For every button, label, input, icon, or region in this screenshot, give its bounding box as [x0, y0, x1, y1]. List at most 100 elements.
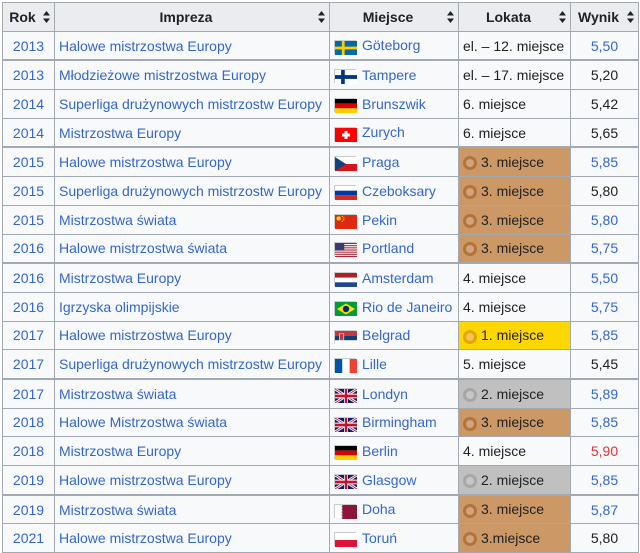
header-venue[interactable]: Miejsce — [329, 2, 459, 32]
venue-link[interactable]: Londyn — [362, 386, 408, 402]
year-link[interactable]: 2014 — [13, 96, 44, 112]
event-link[interactable]: Superliga drużynowych mistrzostw Europy — [59, 96, 322, 112]
brazil-flag-icon[interactable] — [334, 300, 357, 316]
poland-flag-icon[interactable] — [334, 532, 357, 548]
finland-flag-icon[interactable] — [334, 69, 357, 85]
year-link[interactable]: 2016 — [13, 240, 44, 256]
serbia-flag-icon[interactable] — [334, 329, 357, 345]
usa-flag-icon[interactable] — [334, 242, 357, 258]
russia-flag-icon[interactable] — [334, 185, 357, 201]
year-link[interactable]: 2017 — [13, 386, 44, 402]
uk-flag-icon[interactable] — [334, 473, 358, 491]
event-link[interactable]: Igrzyska olimpijskie — [59, 299, 180, 315]
place-cell: 3. miejsce — [458, 493, 571, 525]
qatar-flag-icon[interactable] — [334, 503, 357, 519]
place-cell: 3. miejsce — [458, 176, 571, 206]
event-link[interactable]: Superliga drużynowych mistrzostw Europy — [59, 183, 322, 199]
event-link[interactable]: Mistrzostwa świata — [59, 212, 176, 228]
year-link[interactable]: 2015 — [13, 212, 44, 228]
sweden-flag-icon[interactable] — [334, 39, 357, 55]
year-link[interactable]: 2017 — [13, 356, 44, 372]
venue-link[interactable]: Toruń — [362, 530, 397, 546]
sort-icon[interactable] — [43, 10, 50, 23]
place-cell: el. – 12. miejsce — [458, 30, 571, 61]
year-link[interactable]: 2016 — [13, 270, 44, 286]
switzerland-flag-icon[interactable] — [334, 126, 357, 142]
event-cell: Halowe mistrzostwa Europy — [54, 464, 330, 496]
place-cell: 3. miejsce — [458, 146, 571, 178]
venue-link[interactable]: Rio de Janeiro — [362, 299, 452, 315]
germany-flag-icon[interactable] — [334, 98, 357, 114]
place-text: 4. miejsce — [463, 270, 527, 287]
event-cell: Mistrzostwa Europy — [54, 436, 330, 466]
table-row: 2019 Halowe mistrzostwa Europy Glasgow 2. m… — [2, 464, 639, 496]
bronze-medal-icon — [463, 213, 477, 228]
header-year[interactable]: Rok — [2, 2, 55, 32]
event-link[interactable]: Superliga drużynowych mistrzostw Europy — [59, 356, 322, 372]
event-link[interactable]: Mistrzostwa Europy — [59, 125, 181, 141]
venue-link[interactable]: Glasgow — [362, 472, 416, 488]
header-place[interactable]: Lokata — [458, 2, 571, 32]
event-cell: Halowe mistrzostwa Europy — [54, 146, 330, 178]
year-link[interactable]: 2017 — [13, 327, 44, 343]
venue-link[interactable]: Praga — [362, 154, 399, 170]
event-link[interactable]: Halowe Mistrzostwa świata — [59, 414, 227, 430]
france-flag-icon[interactable] — [334, 358, 357, 374]
event-link[interactable]: Mistrzostwa Europy — [59, 270, 181, 286]
event-link[interactable]: Mistrzostwa świata — [59, 502, 176, 518]
sort-icon[interactable] — [559, 10, 566, 23]
venue-link[interactable]: Doha — [362, 501, 395, 517]
year-link[interactable]: 2019 — [13, 502, 44, 518]
venue-link[interactable]: Berlin — [362, 443, 398, 459]
event-link[interactable]: Halowe mistrzostwa Europy — [59, 38, 232, 54]
year-link[interactable]: 2013 — [13, 38, 44, 54]
header-result[interactable]: Wynik — [570, 2, 639, 32]
year-cell: 2014 — [2, 89, 55, 119]
event-link[interactable]: Halowe mistrzostwa Europy — [59, 472, 232, 488]
result-cell: 5,45 — [570, 349, 639, 380]
venue-link[interactable]: Pekin — [362, 212, 397, 228]
venue-link[interactable]: Birmingham — [362, 414, 437, 430]
venue-link[interactable]: Belgrad — [362, 327, 410, 343]
year-link[interactable]: 2021 — [13, 530, 44, 546]
venue-link[interactable]: Tampere — [362, 67, 416, 83]
year-link[interactable]: 2018 — [13, 414, 44, 430]
venue-link[interactable]: Portland — [362, 240, 414, 256]
result-cell: 5,90 — [570, 436, 639, 466]
venue-link[interactable]: Czeboksary — [362, 183, 436, 199]
event-cell: Igrzyska olimpijskie — [54, 291, 330, 322]
year-link[interactable]: 2016 — [13, 299, 44, 315]
event-link[interactable]: Halowe mistrzostwa Europy — [59, 530, 232, 546]
sort-icon[interactable] — [318, 10, 325, 23]
result-cell: 5,75 — [570, 233, 639, 264]
year-cell: 2016 — [2, 262, 55, 293]
china-flag-icon[interactable] — [334, 213, 357, 229]
header-event[interactable]: Impreza — [54, 2, 330, 32]
event-link[interactable]: Halowe mistrzostwa Europy — [59, 327, 232, 343]
result-cell: 5,85 — [570, 464, 639, 496]
year-link[interactable]: 2015 — [13, 183, 44, 199]
uk-flag-icon[interactable] — [334, 387, 358, 405]
year-link[interactable]: 2013 — [13, 67, 44, 83]
venue-link[interactable]: Lille — [362, 356, 387, 372]
event-link[interactable]: Mistrzostwa Europy — [59, 443, 181, 459]
year-link[interactable]: 2015 — [13, 154, 44, 170]
venue-link[interactable]: Göteborg — [362, 37, 420, 53]
venue-link[interactable]: Brunszwik — [362, 96, 426, 112]
venue-link[interactable]: Amsterdam — [362, 270, 434, 286]
year-cell: 2019 — [2, 493, 55, 525]
venue-link[interactable]: Zurych — [362, 124, 405, 140]
sort-icon[interactable] — [627, 10, 634, 23]
sort-icon[interactable] — [447, 10, 454, 23]
year-link[interactable]: 2019 — [13, 472, 44, 488]
czechia-flag-icon[interactable] — [334, 156, 357, 172]
germany-flag-icon[interactable] — [334, 445, 357, 461]
event-link[interactable]: Mistrzostwa świata — [59, 386, 176, 402]
netherlands-flag-icon[interactable] — [334, 272, 357, 288]
event-link[interactable]: Młodzieżowe mistrzostwa Europy — [59, 67, 266, 83]
event-link[interactable]: Halowe mistrzostwa Europy — [59, 154, 232, 170]
uk-flag-icon[interactable] — [334, 416, 358, 433]
event-link[interactable]: Halowe mistrzostwa świata — [59, 240, 227, 256]
year-link[interactable]: 2014 — [13, 125, 44, 141]
year-link[interactable]: 2018 — [13, 443, 44, 459]
